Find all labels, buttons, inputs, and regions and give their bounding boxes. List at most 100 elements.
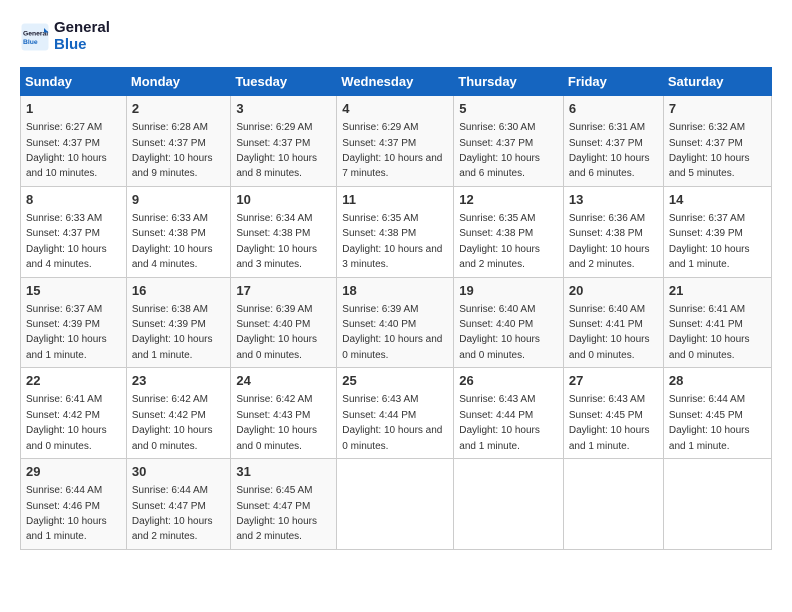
day-number: 25 [342,372,448,390]
svg-text:Blue: Blue [23,38,38,45]
day-info: Sunrise: 6:44 AMSunset: 4:46 PMDaylight:… [26,485,107,542]
day-number: 6 [569,100,658,118]
day-number: 28 [669,372,766,390]
calendar-week-row: 22 Sunrise: 6:41 AMSunset: 4:42 PMDaylig… [21,368,772,459]
day-number: 11 [342,191,448,209]
day-info: Sunrise: 6:43 AMSunset: 4:45 PMDaylight:… [569,394,650,451]
calendar-week-row: 1 Sunrise: 6:27 AMSunset: 4:37 PMDayligh… [21,96,772,187]
calendar-cell [337,459,454,550]
day-number: 9 [132,191,226,209]
calendar-cell: 6 Sunrise: 6:31 AMSunset: 4:37 PMDayligh… [563,96,663,187]
day-number: 14 [669,191,766,209]
calendar-cell: 1 Sunrise: 6:27 AMSunset: 4:37 PMDayligh… [21,96,127,187]
day-info: Sunrise: 6:39 AMSunset: 4:40 PMDaylight:… [236,304,317,361]
header-row: SundayMondayTuesdayWednesdayThursdayFrid… [21,68,772,96]
day-number: 10 [236,191,331,209]
day-info: Sunrise: 6:33 AMSunset: 4:37 PMDaylight:… [26,213,107,270]
calendar-cell: 24 Sunrise: 6:42 AMSunset: 4:43 PMDaylig… [231,368,337,459]
logo-text: General Blue [54,20,110,53]
header-day: Saturday [663,68,771,96]
calendar-table: SundayMondayTuesdayWednesdayThursdayFrid… [20,67,772,550]
day-info: Sunrise: 6:39 AMSunset: 4:40 PMDaylight:… [342,304,442,361]
day-info: Sunrise: 6:40 AMSunset: 4:41 PMDaylight:… [569,304,650,361]
header-day: Wednesday [337,68,454,96]
calendar-cell: 19 Sunrise: 6:40 AMSunset: 4:40 PMDaylig… [454,277,564,368]
day-number: 31 [236,463,331,481]
day-info: Sunrise: 6:41 AMSunset: 4:42 PMDaylight:… [26,394,107,451]
day-number: 19 [459,282,558,300]
header-day: Tuesday [231,68,337,96]
calendar-cell: 14 Sunrise: 6:37 AMSunset: 4:39 PMDaylig… [663,186,771,277]
day-number: 13 [569,191,658,209]
calendar-cell: 15 Sunrise: 6:37 AMSunset: 4:39 PMDaylig… [21,277,127,368]
day-number: 12 [459,191,558,209]
day-info: Sunrise: 6:32 AMSunset: 4:37 PMDaylight:… [669,122,750,179]
calendar-header: SundayMondayTuesdayWednesdayThursdayFrid… [21,68,772,96]
calendar-cell: 25 Sunrise: 6:43 AMSunset: 4:44 PMDaylig… [337,368,454,459]
calendar-week-row: 29 Sunrise: 6:44 AMSunset: 4:46 PMDaylig… [21,459,772,550]
calendar-cell: 22 Sunrise: 6:41 AMSunset: 4:42 PMDaylig… [21,368,127,459]
day-number: 23 [132,372,226,390]
header-day: Sunday [21,68,127,96]
top-bar: General Blue General Blue [20,20,772,57]
calendar-week-row: 15 Sunrise: 6:37 AMSunset: 4:39 PMDaylig… [21,277,772,368]
calendar-cell: 8 Sunrise: 6:33 AMSunset: 4:37 PMDayligh… [21,186,127,277]
calendar-cell: 4 Sunrise: 6:29 AMSunset: 4:37 PMDayligh… [337,96,454,187]
day-number: 15 [26,282,121,300]
day-number: 21 [669,282,766,300]
calendar-cell [663,459,771,550]
header-day: Monday [126,68,231,96]
calendar-cell: 10 Sunrise: 6:34 AMSunset: 4:38 PMDaylig… [231,186,337,277]
day-info: Sunrise: 6:37 AMSunset: 4:39 PMDaylight:… [26,304,107,361]
day-number: 4 [342,100,448,118]
day-number: 5 [459,100,558,118]
day-info: Sunrise: 6:28 AMSunset: 4:37 PMDaylight:… [132,122,213,179]
calendar-week-row: 8 Sunrise: 6:33 AMSunset: 4:37 PMDayligh… [21,186,772,277]
calendar-cell: 16 Sunrise: 6:38 AMSunset: 4:39 PMDaylig… [126,277,231,368]
day-info: Sunrise: 6:29 AMSunset: 4:37 PMDaylight:… [236,122,317,179]
day-number: 2 [132,100,226,118]
calendar-cell: 23 Sunrise: 6:42 AMSunset: 4:42 PMDaylig… [126,368,231,459]
day-info: Sunrise: 6:42 AMSunset: 4:43 PMDaylight:… [236,394,317,451]
day-info: Sunrise: 6:27 AMSunset: 4:37 PMDaylight:… [26,122,107,179]
calendar-cell: 18 Sunrise: 6:39 AMSunset: 4:40 PMDaylig… [337,277,454,368]
day-info: Sunrise: 6:42 AMSunset: 4:42 PMDaylight:… [132,394,213,451]
calendar-cell: 28 Sunrise: 6:44 AMSunset: 4:45 PMDaylig… [663,368,771,459]
calendar-body: 1 Sunrise: 6:27 AMSunset: 4:37 PMDayligh… [21,96,772,550]
header-day: Friday [563,68,663,96]
day-info: Sunrise: 6:33 AMSunset: 4:38 PMDaylight:… [132,213,213,270]
day-number: 26 [459,372,558,390]
calendar-cell: 26 Sunrise: 6:43 AMSunset: 4:44 PMDaylig… [454,368,564,459]
calendar-cell: 30 Sunrise: 6:44 AMSunset: 4:47 PMDaylig… [126,459,231,550]
day-number: 7 [669,100,766,118]
calendar-cell: 29 Sunrise: 6:44 AMSunset: 4:46 PMDaylig… [21,459,127,550]
calendar-cell [454,459,564,550]
day-info: Sunrise: 6:31 AMSunset: 4:37 PMDaylight:… [569,122,650,179]
calendar-cell: 27 Sunrise: 6:43 AMSunset: 4:45 PMDaylig… [563,368,663,459]
day-info: Sunrise: 6:29 AMSunset: 4:37 PMDaylight:… [342,122,442,179]
day-number: 22 [26,372,121,390]
calendar-cell: 7 Sunrise: 6:32 AMSunset: 4:37 PMDayligh… [663,96,771,187]
logo-icon: General Blue [20,22,50,52]
calendar-cell: 9 Sunrise: 6:33 AMSunset: 4:38 PMDayligh… [126,186,231,277]
calendar-cell: 11 Sunrise: 6:35 AMSunset: 4:38 PMDaylig… [337,186,454,277]
calendar-cell: 31 Sunrise: 6:45 AMSunset: 4:47 PMDaylig… [231,459,337,550]
day-number: 3 [236,100,331,118]
day-info: Sunrise: 6:43 AMSunset: 4:44 PMDaylight:… [342,394,442,451]
day-info: Sunrise: 6:44 AMSunset: 4:47 PMDaylight:… [132,485,213,542]
day-number: 24 [236,372,331,390]
day-number: 17 [236,282,331,300]
calendar-cell: 12 Sunrise: 6:35 AMSunset: 4:38 PMDaylig… [454,186,564,277]
day-number: 8 [26,191,121,209]
day-number: 30 [132,463,226,481]
day-info: Sunrise: 6:34 AMSunset: 4:38 PMDaylight:… [236,213,317,270]
day-number: 20 [569,282,658,300]
calendar-cell: 2 Sunrise: 6:28 AMSunset: 4:37 PMDayligh… [126,96,231,187]
day-info: Sunrise: 6:35 AMSunset: 4:38 PMDaylight:… [459,213,540,270]
logo: General Blue General Blue [20,20,110,53]
calendar-cell: 5 Sunrise: 6:30 AMSunset: 4:37 PMDayligh… [454,96,564,187]
day-info: Sunrise: 6:35 AMSunset: 4:38 PMDaylight:… [342,213,442,270]
calendar-cell: 13 Sunrise: 6:36 AMSunset: 4:38 PMDaylig… [563,186,663,277]
day-number: 18 [342,282,448,300]
day-number: 29 [26,463,121,481]
